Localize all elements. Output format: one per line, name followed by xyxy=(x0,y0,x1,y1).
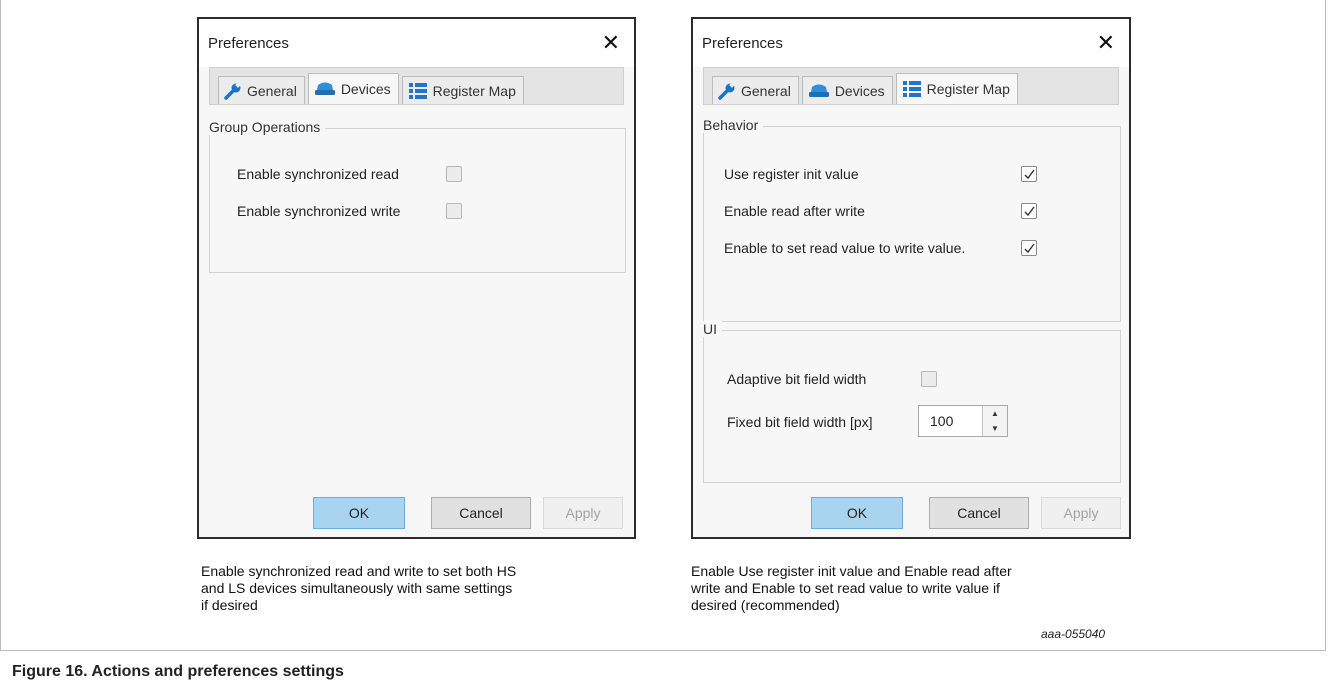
dialog-title: Preferences xyxy=(702,34,783,52)
group-operations-box xyxy=(209,128,626,273)
cancel-button[interactable]: Cancel xyxy=(929,497,1029,529)
ui-group-label: UI xyxy=(703,321,722,337)
tab-general[interactable]: General xyxy=(218,76,305,104)
tab-label: General xyxy=(741,82,791,99)
adaptive-width-label: Adaptive bit field width xyxy=(727,371,867,387)
tab-strip: General Devices Register Map xyxy=(209,67,624,105)
register-map-icon xyxy=(902,81,921,97)
wrench-icon xyxy=(718,81,735,100)
use-init-value-checkbox[interactable] xyxy=(1021,166,1037,182)
apply-button[interactable]: Apply xyxy=(1041,497,1121,529)
set-read-to-write-label: Enable to set read value to write value. xyxy=(724,240,966,256)
fixed-width-value[interactable]: 100 xyxy=(930,413,953,429)
tab-register-map[interactable]: Register Map xyxy=(895,73,1018,104)
close-icon[interactable]: ✕ xyxy=(1097,32,1115,54)
caption-left: Enable synchronized read and write to se… xyxy=(201,563,517,613)
chevron-up-icon: ▲ xyxy=(991,409,999,418)
tab-label: Register Map xyxy=(926,81,1010,97)
set-read-to-write-checkbox[interactable] xyxy=(1021,240,1037,256)
read-after-write-label: Enable read after write xyxy=(724,203,865,219)
apply-button[interactable]: Apply xyxy=(543,497,623,529)
close-icon[interactable]: ✕ xyxy=(602,32,620,54)
chevron-down-icon: ▼ xyxy=(991,424,999,433)
checkmark-icon xyxy=(1024,169,1035,180)
behavior-group-label: Behavior xyxy=(703,117,764,133)
ui-group-box xyxy=(703,330,1121,483)
sync-write-label: Enable synchronized write xyxy=(237,203,401,219)
fixed-width-spinner[interactable]: 100 ▲ ▼ xyxy=(918,405,1008,437)
spin-up-button[interactable]: ▲ xyxy=(982,406,1007,422)
fixed-width-label: Fixed bit field width [px] xyxy=(727,414,873,430)
sync-read-checkbox[interactable] xyxy=(446,166,462,182)
group-operations-label: Group Operations xyxy=(209,119,326,135)
tab-label: General xyxy=(247,82,297,99)
use-init-value-label: Use register init value xyxy=(724,166,859,182)
dialog-titlebar: Preferences ✕ xyxy=(199,19,634,67)
tab-label: Devices xyxy=(834,82,885,99)
adaptive-width-checkbox[interactable] xyxy=(921,371,937,387)
behavior-group-box xyxy=(703,126,1121,322)
figure-id: aaa-055040 xyxy=(1041,627,1106,641)
register-map-icon xyxy=(408,82,427,99)
preferences-dialog-devices: Preferences ✕ General Devices Register M… xyxy=(197,17,636,539)
cancel-button[interactable]: Cancel xyxy=(431,497,531,529)
sync-read-label: Enable synchronized read xyxy=(237,166,399,182)
devices-icon xyxy=(808,84,829,97)
caption-right: Enable Use register init value and Enabl… xyxy=(691,563,1012,613)
sync-write-checkbox[interactable] xyxy=(446,203,462,219)
read-after-write-checkbox[interactable] xyxy=(1021,203,1037,219)
dialog-title: Preferences xyxy=(208,34,289,52)
figure-title: Figure 16. Actions and preferences setti… xyxy=(12,663,344,680)
preferences-dialog-register-map: Preferences ✕ General Devices Register M… xyxy=(691,17,1131,539)
devices-icon xyxy=(314,82,335,95)
dialog-titlebar: Preferences ✕ xyxy=(693,19,1129,67)
spin-down-button[interactable]: ▼ xyxy=(982,421,1007,436)
checkmark-icon xyxy=(1024,206,1035,217)
tab-general[interactable]: General xyxy=(712,76,799,104)
tab-devices[interactable]: Devices xyxy=(307,73,399,104)
tab-label: Register Map xyxy=(432,82,516,99)
tab-strip: General Devices Register Map xyxy=(703,67,1119,105)
tab-devices[interactable]: Devices xyxy=(801,76,893,104)
wrench-icon xyxy=(224,81,241,100)
tab-label: Devices xyxy=(340,81,391,97)
ok-button[interactable]: OK xyxy=(313,497,405,529)
checkmark-icon xyxy=(1024,243,1035,254)
ok-button[interactable]: OK xyxy=(811,497,903,529)
tab-register-map[interactable]: Register Map xyxy=(401,76,524,104)
